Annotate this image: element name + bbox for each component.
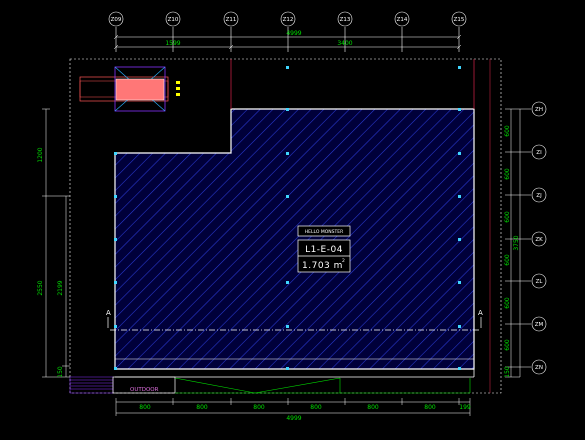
- grid-label-zk: ZK: [535, 237, 543, 243]
- dim-top-total: 4999: [286, 30, 301, 37]
- dim-right-seg-3: 600: [504, 211, 511, 223]
- dim-left-inner: 2199: [57, 280, 64, 295]
- grid-label-z09: Z09: [111, 17, 122, 23]
- grid-label-z15: Z15: [454, 17, 465, 23]
- cad-drawing-canvas[interactable]: A A HELLO MONSTER L1-E-04 1.703 m 2 OUTD…: [0, 0, 585, 440]
- dim-right-seg-2: 600: [504, 168, 511, 180]
- section-marker-left: A: [106, 309, 111, 317]
- bottom-green-lines: [174, 377, 471, 394]
- dim-right-total: 3750: [513, 235, 520, 250]
- grid-label-zl: ZL: [536, 279, 544, 285]
- dim-right-seg-7: 150: [504, 366, 511, 378]
- dim-left-small: 150: [57, 366, 64, 378]
- dim-right-seg-4: 600: [504, 254, 511, 266]
- dim-bottom-seg-1: 800: [139, 404, 151, 411]
- grid-label-zn: ZN: [535, 365, 543, 371]
- dim-bottom-seg-7: 199: [459, 404, 471, 411]
- outdoor-area[interactable]: OUTDOOR: [69, 376, 176, 394]
- room-tag-name: HELLO MONSTER: [305, 229, 343, 235]
- grid-label-z10: Z10: [168, 17, 179, 23]
- room-tag-code: L1-E-04: [305, 245, 343, 255]
- dimension-bottom: [115, 398, 471, 416]
- dim-left-top: 1200: [37, 147, 44, 162]
- room-tag-area-sup: 2: [342, 258, 345, 264]
- dim-bottom-seg-6: 800: [424, 404, 436, 411]
- section-marker-right: A: [478, 309, 483, 317]
- dim-bottom-seg-4: 800: [310, 404, 322, 411]
- dimension-left: [42, 108, 70, 378]
- equipment-unit[interactable]: [79, 66, 180, 112]
- dim-top-left: 1599: [165, 40, 180, 47]
- grid-label-zm: ZM: [535, 322, 544, 328]
- grid-label-zj: ZJ: [536, 193, 542, 199]
- dim-right-seg-1: 600: [504, 125, 511, 137]
- dim-right-seg-5: 600: [504, 297, 511, 309]
- grid-label-zi: ZI: [536, 150, 542, 156]
- dim-top-right: 3400: [337, 40, 352, 47]
- room-tag-area: 1.703 m: [302, 261, 343, 271]
- dim-right-seg-6: 600: [504, 339, 511, 351]
- dim-bottom-seg-5: 800: [367, 404, 379, 411]
- dim-bottom-seg-3: 800: [253, 404, 265, 411]
- grid-label-z11: Z11: [226, 17, 237, 23]
- grid-label-z14: Z14: [397, 17, 408, 23]
- grid-label-zh: ZH: [535, 107, 543, 113]
- grid-label-z12: Z12: [283, 17, 294, 23]
- dim-bottom-seg-2: 800: [196, 404, 208, 411]
- dim-bottom-total: 4999: [286, 415, 301, 422]
- dim-left-bottom: 2550: [37, 280, 44, 295]
- outdoor-label: OUTDOOR: [130, 387, 159, 393]
- grid-label-z13: Z13: [340, 17, 351, 23]
- room-tag[interactable]: HELLO MONSTER L1-E-04 1.703 m 2: [297, 225, 351, 273]
